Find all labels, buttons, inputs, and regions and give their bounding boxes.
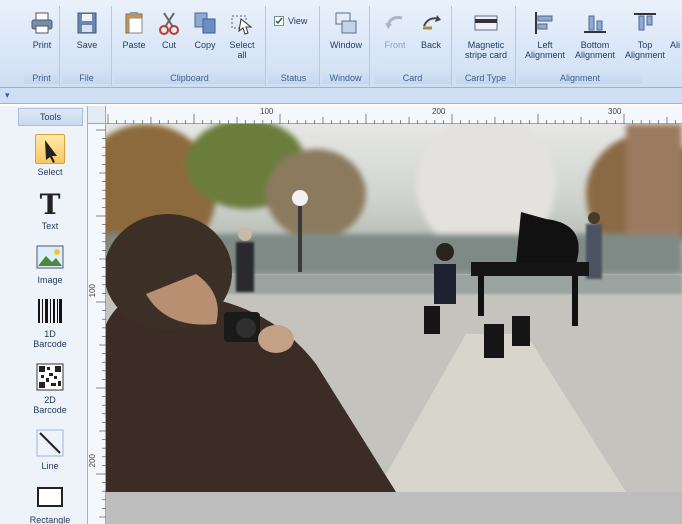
group-label-clipboard: Clipboard [114,72,265,84]
ribbon-group-window: Window Window [322,6,370,86]
tool-line-label: Line [41,461,59,471]
view-checkbox[interactable]: View [274,16,307,26]
ribbon-group-clipboard: Paste Cut Copy Select all Clipboard [114,6,266,86]
paste-button-label: Paste [122,40,146,50]
barcode-2d-icon [35,362,65,392]
group-label-status: Status [268,72,319,84]
tool-rectangle[interactable]: Rectangle [18,482,82,524]
save-button[interactable]: Save [72,10,102,50]
window-icon [333,10,359,36]
image-icon [35,242,65,272]
ribbon-group-card-type: Magnetic stripe card Card Type [456,6,516,86]
magnetic-stripe-card-button[interactable]: Magnetic stripe card [458,10,514,60]
align-button-partial[interactable]: Ali [670,10,682,50]
design-canvas[interactable] [106,124,682,524]
quick-access-dropdown-icon[interactable]: ▾ [5,90,10,101]
line-icon [35,428,65,458]
top-align-icon [632,10,658,36]
tools-panel-header: Tools [18,108,83,126]
tool-line[interactable]: Line [18,428,82,471]
vruler-label-100: 100 [88,284,97,298]
ribbon-group-status: View Status [268,6,320,86]
horizontal-ruler: 100 200 300 [88,106,682,124]
left-align-icon [532,10,558,36]
tool-2d-barcode-label: 2D Barcode [33,395,67,415]
select-arrow-icon [35,134,65,164]
bottom-align-icon [582,10,608,36]
tool-1d-barcode-label: 1D Barcode [33,329,67,349]
tool-rectangle-label: Rectangle [29,515,71,524]
select-all-icon [229,10,255,36]
view-checkbox-label: View [288,16,308,26]
tool-2d-barcode[interactable]: 2D Barcode [18,362,82,415]
save-icon [74,10,100,36]
hruler-label-200: 200 [432,107,446,116]
card-photo[interactable] [106,124,682,492]
group-label-alignment: Alignment [518,72,642,84]
tool-select-label: Select [37,167,63,177]
barcode-1d-icon [35,296,65,326]
ribbon-group-card: Front Back Card [374,6,452,86]
select-all-button-label: Select all [229,40,255,60]
cut-icon [156,10,182,36]
copy-button[interactable]: Copy [190,10,220,50]
hruler-label-300: 300 [608,107,622,116]
svg-text:T: T [40,188,61,218]
copy-button-label: Copy [194,40,216,50]
back-button-label: Back [420,40,441,50]
quick-access-strip: ▾ [0,88,682,104]
group-label-file: File [62,72,111,84]
front-button-label: Front [384,40,406,50]
ribbon-group-alignment: Left Alignment Bottom Alignment Top Alig… [518,6,682,86]
rectangle-icon [35,482,65,512]
ribbon-group-file: Save File [62,6,112,86]
group-label-card: Card [374,72,451,84]
window-button-label: Window [329,40,362,50]
tool-image[interactable]: Image [18,242,82,285]
back-icon [418,10,444,36]
left-alignment-label: Left Alignment [524,40,566,60]
cut-button-label: Cut [161,40,176,50]
ruler-corner [88,106,106,124]
front-icon [382,10,408,36]
bottom-alignment-label: Bottom Alignment [574,40,616,60]
align-partial-label: Ali [670,40,681,50]
bottom-alignment-button[interactable]: Bottom Alignment [570,10,620,60]
paste-button[interactable]: Paste [118,10,150,50]
copy-icon [192,10,218,36]
tool-1d-barcode[interactable]: 1D Barcode [18,296,82,349]
checkbox-icon [274,16,284,26]
group-label-card-type: Card Type [456,72,515,84]
print-button[interactable]: Print [26,10,58,50]
print-button-label: Print [32,40,52,50]
magnetic-stripe-card-label: Magnetic stripe card [464,40,508,60]
cut-button[interactable]: Cut [154,10,184,50]
ribbon-group-print: Print Print [24,6,60,86]
ribbon: Print Print Save File Paste Cut Copy Sel… [0,0,682,88]
group-label-window: Window [322,72,369,84]
save-button-label: Save [76,40,98,50]
tool-image-label: Image [37,275,63,285]
tool-select[interactable]: Select [18,134,82,177]
paste-icon [121,10,147,36]
window-button[interactable]: Window [326,10,366,50]
back-button[interactable]: Back [414,10,448,50]
text-icon: T [35,188,65,221]
tool-text-label: Text [41,221,59,231]
printer-icon [29,10,55,36]
top-alignment-label: Top Alignment [624,40,666,60]
front-button[interactable]: Front [378,10,412,50]
top-alignment-button[interactable]: Top Alignment [620,10,670,60]
magnetic-stripe-icon [473,10,499,36]
tools-panel: Tools Select T Text Image 1D Barcode 2D … [0,106,88,524]
select-all-button[interactable]: Select all [224,10,260,60]
align-icon [670,10,682,36]
hruler-label-100: 100 [260,107,274,116]
group-label-print: Print [24,72,59,84]
left-alignment-button[interactable]: Left Alignment [520,10,570,60]
vruler-label-200: 200 [88,454,97,468]
tool-text[interactable]: T Text [18,188,82,231]
vertical-ruler: 100 200 [88,124,106,524]
